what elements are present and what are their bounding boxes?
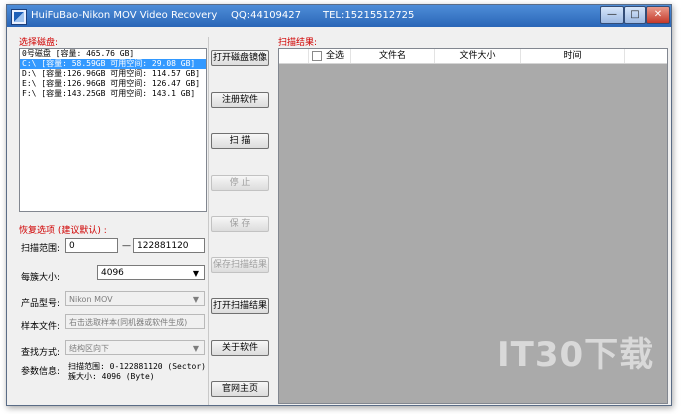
watermark-logo: IT30下载 [497,335,655,375]
time-column[interactable]: 时间 [521,49,625,63]
sample-file-label: 样本文件: [21,322,61,332]
scan-results-label: 扫描结果: [278,38,318,48]
minimize-button[interactable]: — [600,6,624,24]
stop-button[interactable]: 停 止 [211,175,269,191]
disk-select-label: 选择磁盘: [19,38,59,48]
disk-item[interactable]: 0号磁盘 [容量: 465.76 GB] [20,49,206,59]
results-header: 全选 文件名 文件大小 时间 [279,49,667,64]
product-model-label: 产品型号: [21,299,61,309]
select-all-label: 全选 [326,51,345,61]
about-button[interactable]: 关于软件 [211,340,269,356]
sample-file-input[interactable]: 右击选取样本(同机器或软件生成) [65,314,205,329]
maximize-button[interactable]: □ [624,6,646,24]
search-mode-select: 结构区向下 ▼ [65,340,205,355]
disk-item-selected[interactable]: C:\ [容量: 58.59GB 可用空间: 29.08 GB] [20,59,206,69]
row-indicator-column [279,49,309,63]
search-mode-label: 查找方式: [21,348,61,358]
chevron-down-icon: ▼ [192,269,200,278]
search-mode-value: 结构区向下 [69,344,109,353]
close-button[interactable]: ✕ [646,6,670,24]
product-model-value: Nikon MOV [69,295,113,304]
disk-item[interactable]: E:\ [容量:126.96GB 可用空间: 126.47 GB] [20,79,206,89]
register-button[interactable]: 注册软件 [211,92,269,108]
panel-separator [208,37,209,405]
filesize-column[interactable]: 文件大小 [435,49,521,63]
title-tel: TEL:15215512725 [323,10,415,21]
disk-item[interactable]: F:\ [容量:143.25GB 可用空间: 143.1 GB] [20,89,206,99]
homepage-button[interactable]: 官网主页 [211,381,269,397]
scan-end-input[interactable]: 122881120 [133,238,205,253]
select-all-column[interactable]: 全选 [309,49,351,63]
param-info-scan-range: 扫描范围: 0-122881120 (Sector) [68,362,206,371]
title-bar[interactable]: HuiFuBao-Nikon MOV Video Recovery QQ:441… [7,5,671,27]
select-all-checkbox[interactable] [312,50,322,61]
cluster-size-label: 每簇大小: [21,273,61,283]
title-qq: QQ:44109427 [231,10,302,21]
scan-range-label: 扫描范围: [21,244,61,254]
param-info-cluster-size: 簇大小: 4096 (Byte) [68,372,155,381]
window-title: HuiFuBao-Nikon MOV Video Recovery [31,10,218,21]
scan-start-input[interactable]: 0 [65,238,118,253]
chevron-down-icon: ▼ [192,295,200,304]
cluster-size-value: 4096 [101,268,124,278]
cluster-size-select[interactable]: 4096 ▼ [97,265,205,280]
open-results-button[interactable]: 打开扫描结果 [211,298,269,314]
param-info-label: 参数信息: [21,367,61,377]
chevron-down-icon: ▼ [192,344,200,353]
disk-listbox[interactable]: 0号磁盘 [容量: 465.76 GB] C:\ [容量: 58.59GB 可用… [19,48,207,212]
save-results-button[interactable]: 保存扫描结果 [211,257,269,273]
scan-button[interactable]: 扫 描 [211,133,269,149]
range-dash: — [122,241,131,251]
filename-column[interactable]: 文件名 [351,49,435,63]
open-disk-image-button[interactable]: 打开磁盘镜像 [211,50,269,66]
product-model-select: Nikon MOV ▼ [65,291,205,306]
app-icon [11,9,27,25]
app-window: HuiFuBao-Nikon MOV Video Recovery QQ:441… [6,4,672,406]
recovery-options-label: 恢复选项 (建议默认) : [19,226,107,236]
disk-item[interactable]: D:\ [容量:126.96GB 可用空间: 114.57 GB] [20,69,206,79]
save-button[interactable]: 保 存 [211,216,269,232]
